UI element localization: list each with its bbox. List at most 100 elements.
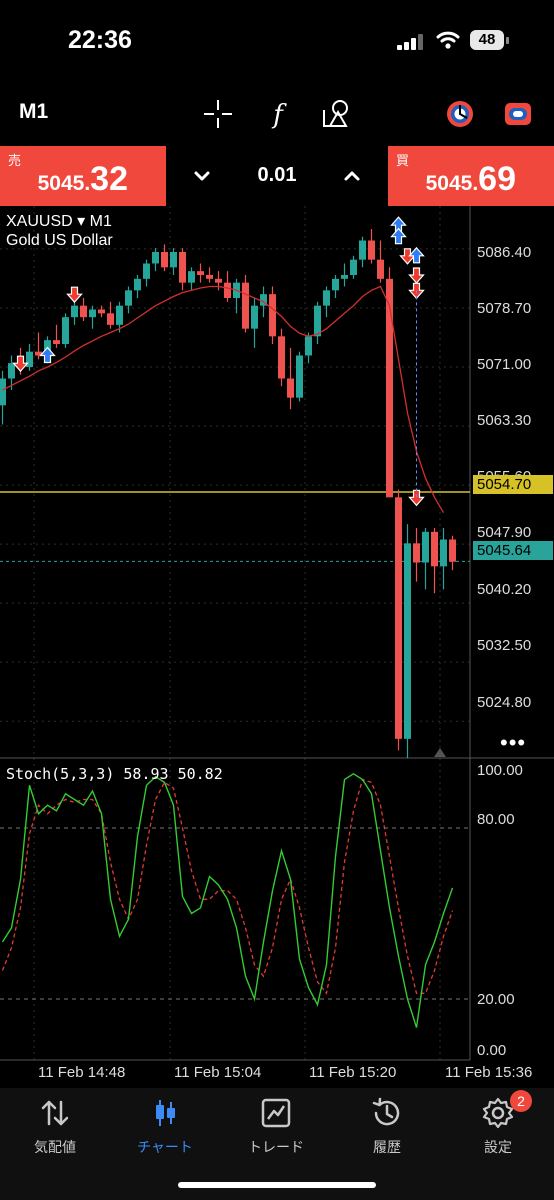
time-axis-label: 11 Feb 15:36 [445,1064,533,1081]
nav-label: チャート [137,1139,193,1155]
price-axis-label: 5086.40 [477,244,532,261]
stochastic-signal-line [1,778,454,995]
candle-body [215,278,222,283]
candle-body [53,340,60,344]
function-icon[interactable]: f [260,96,296,132]
stoch-axis-label: 100.00 [477,762,523,779]
sell-button[interactable]: 売 5045.32 [0,146,166,206]
home-indicator [178,1182,376,1188]
price-axis-label: 5024.80 [477,694,532,711]
nav-label: 履歴 [373,1139,401,1155]
candle-body [188,271,195,283]
bid-price-tag: 5045.64 [473,541,553,560]
candle-body [368,240,375,260]
price-chart[interactable] [0,206,554,1088]
candle-body [278,336,285,379]
buy-label: 買 [396,153,410,168]
nav-label: 設定 [484,1139,512,1155]
candle-body [323,290,330,306]
candle-body [242,282,249,329]
sell-label: 売 [8,153,22,168]
price-axis-label: 5040.20 [477,581,532,598]
battery-icon: 48 [470,30,512,52]
candle-body [287,378,294,398]
trade-toggle-icon[interactable] [500,96,536,132]
candle-body [26,351,33,367]
nav-history[interactable]: 履歴 [332,1088,442,1157]
stoch-axis-label: 20.00 [477,991,515,1008]
svg-text:f: f [271,100,287,130]
nav-chart[interactable]: チャート [110,1088,220,1157]
quotes-icon [41,1100,69,1126]
chevron-up-icon[interactable] [340,164,364,188]
settings-badge: 2 [510,1090,532,1112]
sell-arrow-icon [408,267,425,284]
price-axis-label: 5047.90 [477,524,532,541]
gold-level-tag: 5054.70 [473,475,553,494]
timeframe-button[interactable]: M1 [19,100,48,124]
status-time: 22:36 [68,26,132,54]
time-axis-label: 11 Feb 14:48 [38,1064,126,1081]
candle-body [431,531,438,567]
candle-body [71,305,78,318]
candle-body [269,294,276,337]
symbol-dropdown-arrow: ▾ [77,213,86,230]
more-options-icon[interactable]: ••• [500,730,526,756]
candle-body [359,240,366,260]
time-axis-label: 11 Feb 15:04 [174,1064,262,1081]
candle-body [0,378,6,406]
sell-arrow-icon [12,355,29,373]
candle-body [125,290,132,306]
candle-body [422,531,429,563]
buy-arrow-icon [390,227,407,245]
candle-body [161,252,168,268]
candle-body [152,252,159,264]
symbol-name: XAUUSD [6,213,73,230]
candle-body [305,336,312,356]
indicator-settings-icon[interactable] [442,96,478,132]
candle-body [413,543,420,563]
candle-body [116,305,123,325]
symbol-selector[interactable]: XAUUSD ▾ M1 [6,211,112,231]
history-icon [372,1097,400,1126]
candle-body [206,275,213,279]
chart-icon [156,1100,175,1126]
stochastic-main-line [1,772,454,1028]
buy-price: 5045.69 [425,160,516,198]
candle-body [134,278,141,291]
stoch-axis-label: 0.00 [477,1042,507,1059]
stochastic-label: Stoch(5,3,3) 58.93 50.82 [6,765,223,783]
candle-body [143,263,150,279]
candle-body [179,252,186,283]
price-axis-label: 5078.70 [477,300,532,317]
lot-control: 0.01 [166,146,388,206]
candle-body [314,305,321,337]
objects-icon[interactable] [318,96,354,132]
nav-trade[interactable]: トレード [221,1088,331,1157]
candle-body [377,259,384,279]
sell-arrow-icon [66,286,83,304]
nav-settings[interactable]: 設定 [443,1088,553,1157]
price-axis-label: 5071.00 [477,356,532,373]
price-axis-label: 5032.50 [477,637,532,654]
candle-body [107,313,114,325]
battery-level: 48 [470,30,504,50]
candle-body [350,259,357,275]
candle-body [395,497,402,739]
price-axis-label: 5063.30 [477,412,532,429]
candle-body [224,282,231,298]
nav-label: トレード [248,1139,304,1155]
candle-body [8,363,15,379]
nav-label: 気配値 [34,1139,76,1155]
candle-body [251,305,258,329]
cellular-signal-icon [397,34,423,50]
nav-quotes[interactable]: 気配値 [0,1088,110,1157]
buy-button[interactable]: 買 5045.69 [388,146,554,206]
candle-body [296,355,303,398]
candle-body [197,271,204,275]
crosshair-icon[interactable] [200,96,236,132]
stoch-axis-label: 80.00 [477,811,515,828]
candle-body [332,278,339,291]
wifi-icon [436,31,460,49]
chart-shift-icon [434,748,446,757]
